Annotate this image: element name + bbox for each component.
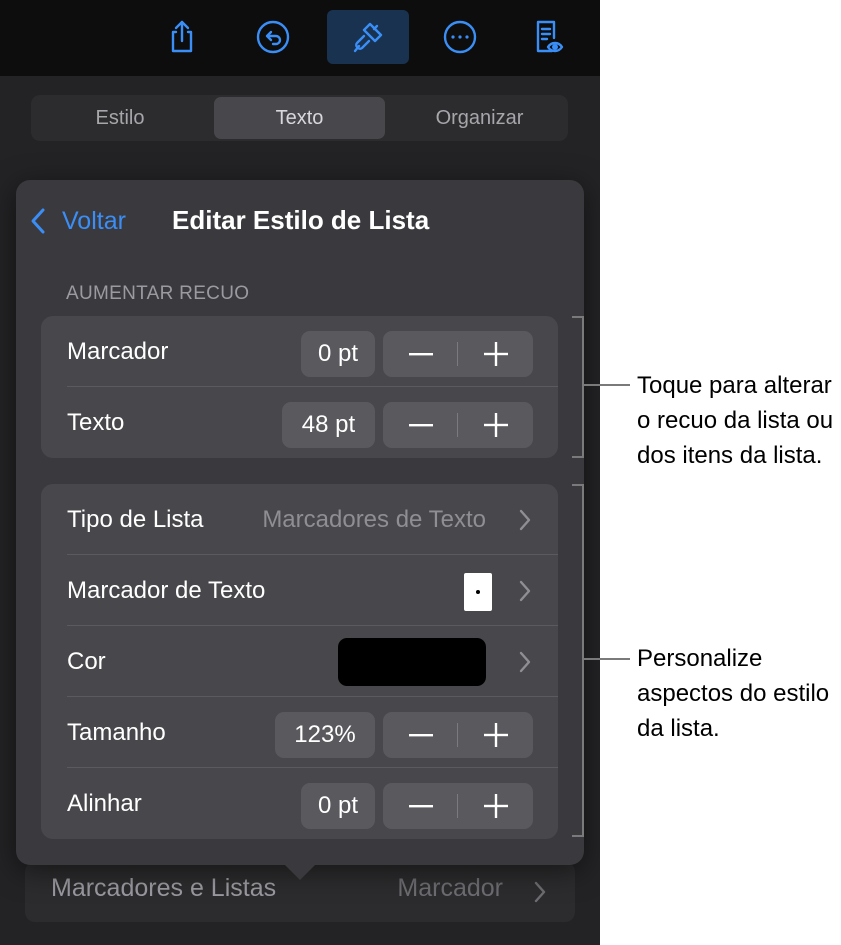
size-label: Tamanho xyxy=(67,719,166,746)
more-icon[interactable] xyxy=(428,10,492,64)
increment-button[interactable] xyxy=(458,331,533,377)
reading-view-icon[interactable] xyxy=(516,10,580,64)
list-type-row[interactable]: Tipo de Lista Marcadores de Texto xyxy=(41,484,558,555)
bullets-and-lists-value: Marcador xyxy=(397,874,503,902)
align-label: Alinhar xyxy=(67,790,142,817)
text-bullet-row[interactable]: Marcador de Texto xyxy=(41,555,558,626)
list-style-group: Tipo de Lista Marcadores de Texto Marcad… xyxy=(41,484,558,839)
chevron-right-icon xyxy=(518,508,532,537)
bullet-dot-icon xyxy=(476,590,480,594)
indent-text-value[interactable]: 48 pt xyxy=(282,402,375,448)
size-row: Tamanho 123% xyxy=(41,697,558,768)
undo-icon[interactable] xyxy=(241,10,305,64)
indent-bracket xyxy=(572,316,584,458)
indent-section-header: AUMENTAR RECUO xyxy=(66,283,250,304)
indent-bullet-row: Marcador 0 pt xyxy=(41,316,558,387)
align-value[interactable]: 0 pt xyxy=(301,783,375,829)
increment-button[interactable] xyxy=(458,712,533,758)
style-bracket xyxy=(572,484,584,837)
tab-texto[interactable]: Texto xyxy=(214,97,385,139)
chevron-right-icon xyxy=(518,579,532,608)
size-value[interactable]: 123% xyxy=(275,712,375,758)
share-icon[interactable] xyxy=(150,10,214,64)
back-label: Voltar xyxy=(62,206,126,235)
tab-estilo[interactable]: Estilo xyxy=(31,97,209,139)
style-leader-line xyxy=(584,658,630,660)
color-swatch xyxy=(338,638,486,686)
list-type-label: Tipo de Lista xyxy=(67,506,204,533)
chevron-right-icon xyxy=(533,880,547,909)
decrement-button[interactable] xyxy=(383,402,458,448)
size-stepper xyxy=(383,712,533,758)
increment-button[interactable] xyxy=(458,402,533,448)
indent-text-row: Texto 48 pt xyxy=(41,387,558,458)
align-stepper xyxy=(383,783,533,829)
indent-text-stepper xyxy=(383,402,533,448)
style-callout: Personalize aspectos do estilo da lista. xyxy=(637,645,830,742)
chevron-right-icon xyxy=(518,650,532,679)
indent-group: Marcador 0 pt Texto 48 pt xyxy=(41,316,558,458)
bullets-and-lists-label: Marcadores e Listas xyxy=(51,874,277,902)
align-row: Alinhar 0 pt xyxy=(41,768,558,839)
color-label: Cor xyxy=(67,648,106,675)
toolbar xyxy=(0,0,600,76)
increment-button[interactable] xyxy=(458,783,533,829)
popover-title: Editar Estilo de Lista xyxy=(172,205,430,235)
ipad-panel: Estilo Texto Organizar Marcadores e List… xyxy=(0,0,600,945)
bullet-preview xyxy=(464,573,492,611)
popover-pointer xyxy=(282,862,318,880)
format-brush-icon[interactable] xyxy=(327,10,409,64)
tab-organizar[interactable]: Organizar xyxy=(391,97,568,139)
decrement-button[interactable] xyxy=(383,331,458,377)
list-type-value: Marcadores de Texto xyxy=(262,506,486,533)
indent-callout: Toque para alterar o recuo da lista ou d… xyxy=(637,372,834,469)
back-button[interactable]: Voltar xyxy=(28,204,126,238)
indent-leader-line xyxy=(584,384,630,386)
color-row[interactable]: Cor xyxy=(41,626,558,697)
indent-bullet-value[interactable]: 0 pt xyxy=(301,331,375,377)
decrement-button[interactable] xyxy=(383,783,458,829)
indent-bullet-stepper xyxy=(383,331,533,377)
format-tabs: Estilo Texto Organizar xyxy=(31,95,568,141)
text-bullet-label: Marcador de Texto xyxy=(67,577,266,604)
decrement-button[interactable] xyxy=(383,712,458,758)
chevron-left-icon xyxy=(31,208,45,234)
indent-bullet-label: Marcador xyxy=(67,338,169,365)
indent-text-label: Texto xyxy=(67,409,125,436)
